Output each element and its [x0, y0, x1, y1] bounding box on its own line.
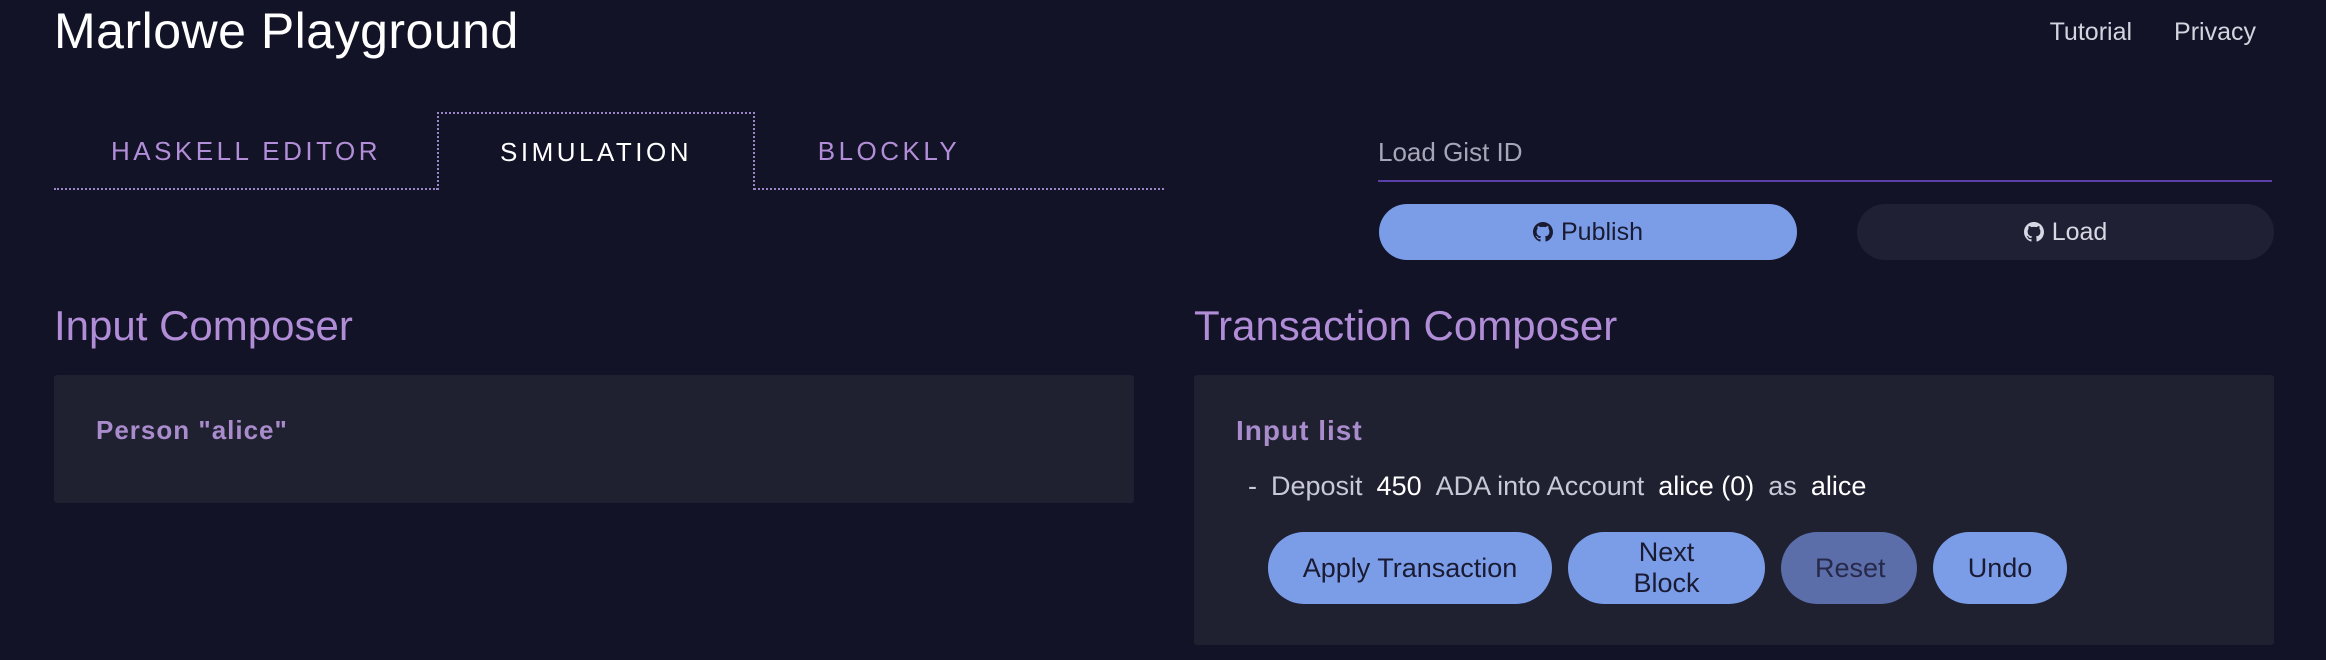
deposit-label: Deposit [1271, 471, 1363, 501]
load-button[interactable]: Load [1857, 204, 2274, 260]
deposit-party: alice [1810, 471, 1867, 501]
input-list-item: - Deposit 450 ADA into Account alice (0)… [1248, 471, 1866, 502]
tab-simulation[interactable]: SIMULATION [437, 112, 755, 190]
github-icon [1533, 222, 1553, 242]
input-list-title: Input list [1236, 415, 1363, 446]
editor-tabs: HASKELL EDITOR SIMULATION BLOCKLY [54, 112, 1164, 190]
nav-tutorial-link[interactable]: Tutorial [2050, 18, 2132, 47]
nav-privacy-link[interactable]: Privacy [2174, 18, 2256, 47]
transaction-composer-title: Transaction Composer [1194, 302, 1618, 349]
deposit-middle-text: ADA into Account [1435, 471, 1645, 501]
deposit-amount: 450 [1376, 471, 1422, 501]
input-composer-title: Input Composer [54, 302, 353, 349]
undo-button[interactable]: Undo [1933, 532, 2067, 604]
app-title: Marlowe Playground [54, 3, 519, 59]
publish-button[interactable]: Publish [1379, 204, 1797, 260]
load-label: Load [2051, 217, 2108, 246]
deposit-account: alice (0) [1658, 471, 1755, 501]
deposit-as-text: as [1768, 471, 1797, 501]
github-icon [2023, 222, 2044, 242]
transaction-buttons: Apply Transaction Next Block Reset Undo [1268, 532, 2067, 604]
top-nav: Tutorial Privacy [2050, 18, 2256, 47]
input-composer-panel: Person "alice" [54, 375, 1134, 503]
next-block-button[interactable]: Next Block [1568, 532, 1765, 604]
tab-haskell-editor[interactable]: HASKELL EDITOR [54, 112, 438, 190]
reset-button[interactable]: Reset [1781, 532, 1917, 604]
tab-blockly[interactable]: BLOCKLY [754, 112, 1024, 190]
person-label: Person "alice" [96, 415, 288, 445]
apply-transaction-button[interactable]: Apply Transaction [1268, 532, 1552, 604]
page: Marlowe Playground Tutorial Privacy HASK… [0, 0, 2326, 660]
list-dash: - [1248, 471, 1257, 501]
gist-id-input[interactable] [1378, 124, 2272, 182]
publish-label: Publish [1561, 217, 1643, 246]
transaction-composer-panel: Input list - Deposit 450 ADA into Accoun… [1194, 375, 2274, 645]
